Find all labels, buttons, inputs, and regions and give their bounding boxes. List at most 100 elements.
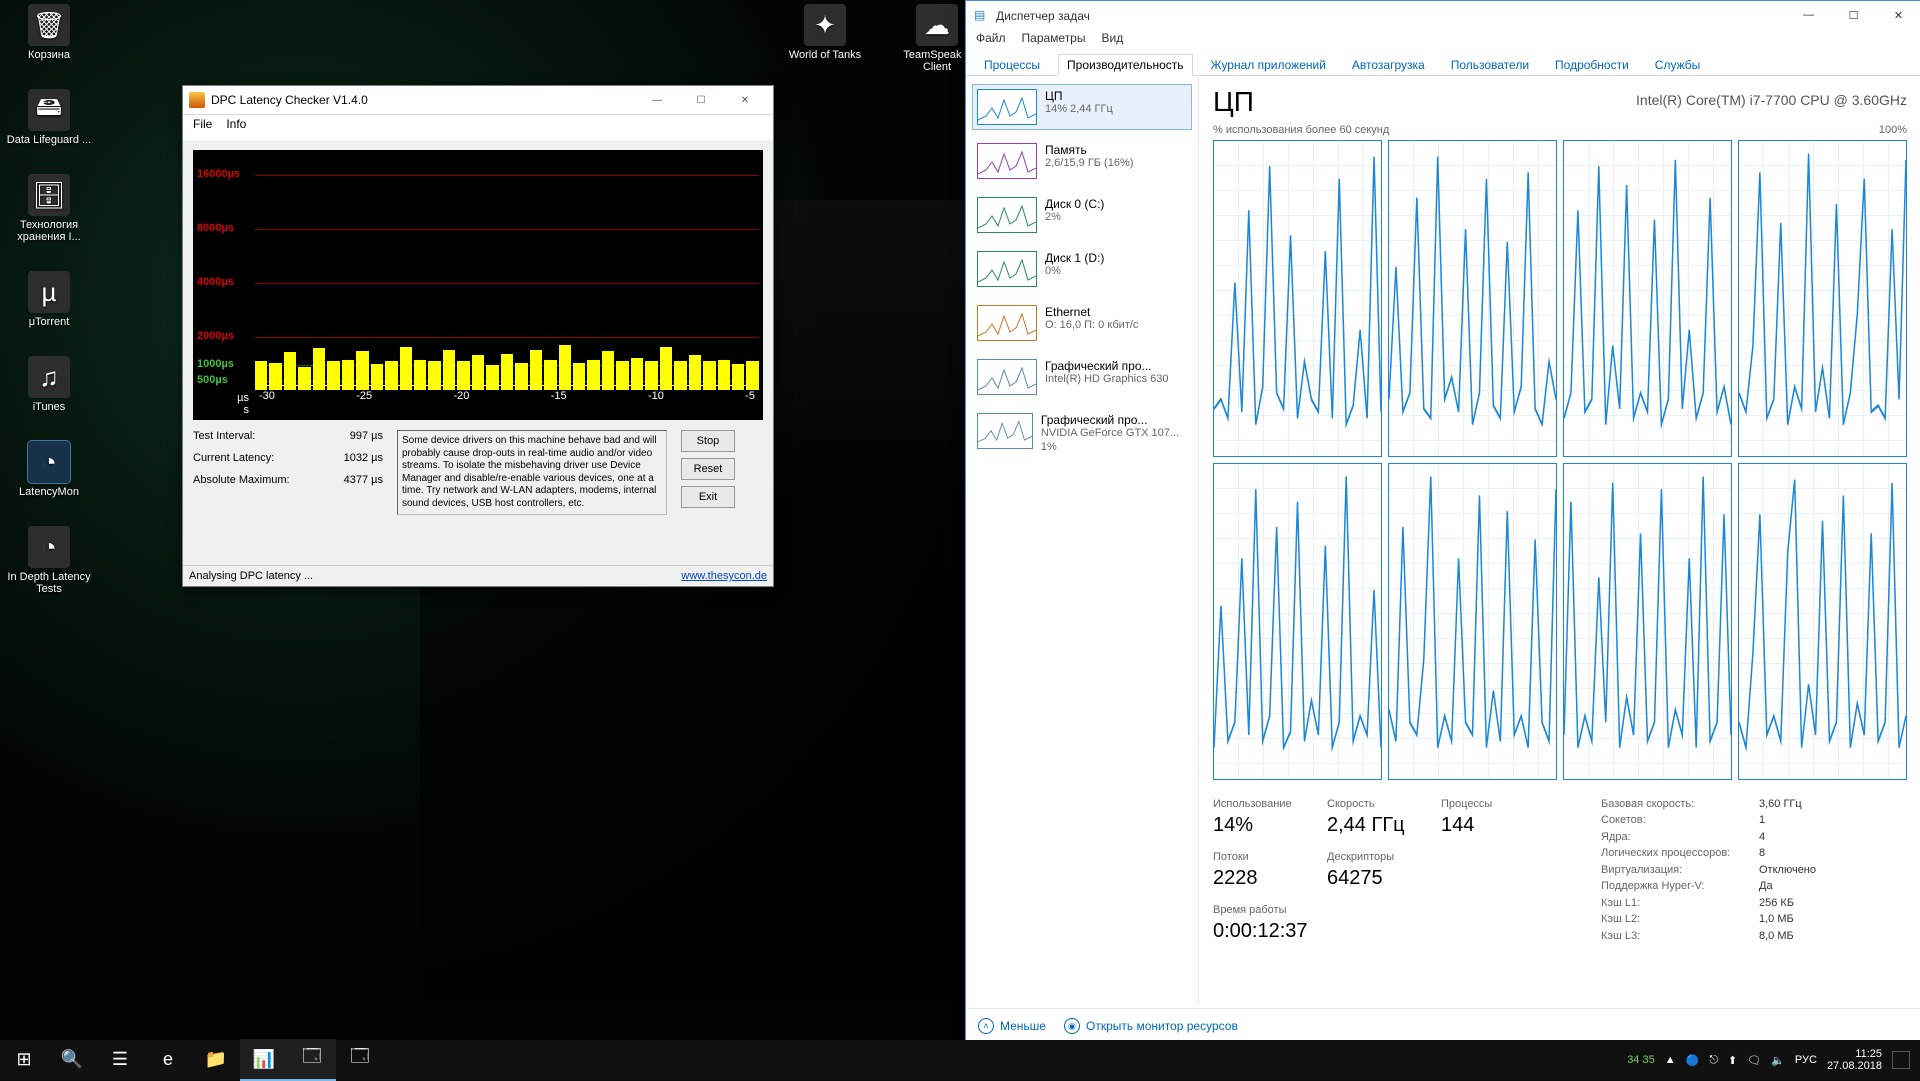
mini-graph <box>977 359 1037 395</box>
core-graph <box>1388 463 1557 780</box>
dpc-current-label: Current Latency: <box>193 452 313 464</box>
desktop-icon[interactable]: ♫iTunes <box>4 356 94 413</box>
dpc-app-icon <box>189 92 205 108</box>
stop-button[interactable]: Stop <box>681 430 735 452</box>
sidebar-tile[interactable]: Диск 0 (C:)2% <box>972 192 1192 238</box>
sidebar-tile[interactable]: EthernetО: 16,0 П: 0 кбит/с <box>972 300 1192 346</box>
tm-app-icon: ▤ <box>974 8 990 24</box>
tm-details: Базовая скорость:3,60 ГГцСокетов:1Ядра:4… <box>1601 798 1839 943</box>
exit-button[interactable]: Exit <box>681 486 735 508</box>
tm-metrics: Использование14% Скорость2,44 ГГц Процессы… <box>1213 798 1561 943</box>
tray-icon[interactable]: РУС <box>1795 1054 1817 1067</box>
tray-icon[interactable]: ⬆ <box>1728 1054 1737 1067</box>
icon-label: Корзина <box>28 49 70 61</box>
menu-item[interactable]: Вид <box>1101 31 1123 51</box>
taskbar-button[interactable]: ⊞ <box>0 1039 48 1079</box>
taskbar-button[interactable]: 📁 <box>192 1039 240 1079</box>
tab[interactable]: Пользователи <box>1443 55 1537 75</box>
dpc-chart: 500µs1000µs2000µs4000µs8000µs16000µs µss… <box>193 150 763 420</box>
icon-label: Технология хранения I... <box>4 219 94 243</box>
app-icon: 🗑 <box>28 4 70 46</box>
tm-footer: ˄Меньше ◉Открыть монитор ресурсов <box>966 1008 1920 1043</box>
metric: Процессы144 <box>1441 798 1561 837</box>
minimize-button[interactable]: — <box>635 89 679 111</box>
menu-item[interactable]: Info <box>226 117 246 139</box>
tm-body: ЦП14% 2,44 ГГц Память2,6/15,9 ГБ (16%) Дис… <box>966 76 1920 1004</box>
desktop-icon[interactable]: ◔LatencyMon <box>4 441 94 498</box>
taskbar-button[interactable]: 🔍 <box>48 1039 96 1079</box>
tm-window-buttons: — ☐ ✕ <box>1786 1 1920 29</box>
taskbar-buttons: ⊞🔍☰e📁📊🗔🗔 <box>0 1039 384 1081</box>
icon-label: Data Lifeguard ... <box>7 134 91 146</box>
dpc-status-text: Analysing DPC latency ... <box>189 570 313 582</box>
core-graph <box>1738 463 1907 780</box>
dpc-window[interactable]: DPC Latency Checker V1.4.0 — ☐ ✕ File Inf… <box>182 85 774 587</box>
taskbar-button[interactable]: ☰ <box>96 1039 144 1079</box>
minimize-button[interactable]: — <box>1786 1 1831 29</box>
desktop-icon[interactable]: 🗄Технология хранения I... <box>4 174 94 243</box>
tray-icon[interactable]: 🔈 <box>1771 1054 1785 1067</box>
tm-menubar: Файл Параметры Вид <box>966 31 1920 51</box>
tab[interactable]: Автозагрузка <box>1344 55 1433 75</box>
tray-icon[interactable]: 🗨 <box>1747 1054 1761 1067</box>
app-icon: ◔ <box>28 526 70 568</box>
maximize-button[interactable]: ☐ <box>1831 1 1876 29</box>
sidebar-tile[interactable]: Графический про...Intel(R) HD Graphics 6… <box>972 354 1192 400</box>
monitor-icon: ◉ <box>1064 1018 1080 1034</box>
task-manager-window[interactable]: ▤ Диспетчер задач — ☐ ✕ Файл Параметры Вид… <box>965 0 1920 1044</box>
dpc-absmax: 4377 µs <box>327 474 383 486</box>
tm-cpu-model: Intel(R) Core(TM) i7-7700 CPU @ 3.60GHz <box>1636 92 1907 108</box>
desktop-icon[interactable]: ✦ World of Tanks <box>780 4 870 73</box>
tab[interactable]: Подробности <box>1547 55 1637 75</box>
sidebar-tile[interactable]: Графический про...NVIDIA GeForce GTX 107… <box>972 408 1192 459</box>
taskbar-button[interactable]: 🗔 <box>336 1039 384 1079</box>
desktop-icon[interactable]: 🗑 Корзина <box>4 4 94 61</box>
desktop-icon[interactable]: µμTorrent <box>4 271 94 328</box>
close-button[interactable]: ✕ <box>723 89 767 111</box>
dpc-statusbar: Analysing DPC latency ... www.thesycon.d… <box>183 565 773 586</box>
app-icon: ✦ <box>804 4 846 46</box>
taskbar-button[interactable]: e <box>144 1039 192 1079</box>
app-icon: 🖴 <box>28 89 70 131</box>
sidebar-tile[interactable]: Диск 1 (D:)0% <box>972 246 1192 292</box>
dpc-link[interactable]: www.thesycon.de <box>681 570 767 582</box>
system-tray[interactable]: 34 35 ▲🔵⎋⬆🗨🔈РУС 11:25 27.08.2018 <box>1617 1048 1920 1072</box>
icon-label: World of Tanks <box>789 49 861 61</box>
menu-item[interactable]: Файл <box>976 31 1006 51</box>
reset-button[interactable]: Reset <box>681 458 735 480</box>
menu-item[interactable]: Параметры <box>1022 31 1086 51</box>
tab[interactable]: Процессы <box>976 55 1048 75</box>
tray-icon[interactable]: ▲ <box>1665 1054 1676 1067</box>
tab[interactable]: Журнал приложений <box>1203 55 1334 75</box>
clock[interactable]: 11:25 27.08.2018 <box>1827 1048 1882 1072</box>
dpc-titlebar[interactable]: DPC Latency Checker V1.4.0 — ☐ ✕ <box>183 86 773 115</box>
desktop-icon[interactable]: 🖴 Data Lifeguard ... <box>4 89 94 146</box>
taskbar-button[interactable]: 📊 <box>240 1039 288 1081</box>
fewer-details-link[interactable]: ˄Меньше <box>978 1018 1046 1034</box>
tab[interactable]: Производительность <box>1058 54 1192 76</box>
dpc-axis-unit: µss <box>221 392 249 416</box>
menu-item[interactable]: File <box>193 117 212 139</box>
maximize-button[interactable]: ☐ <box>679 89 723 111</box>
desktop-icon[interactable]: ◔In Depth Latency Tests <box>4 526 94 595</box>
dpc-xaxis: µss -30-25-20-15-10-5 <box>255 385 759 420</box>
tray-icon[interactable]: 🔵 <box>1686 1054 1700 1067</box>
app-icon: ♫ <box>28 356 70 398</box>
tab[interactable]: Службы <box>1647 55 1708 75</box>
close-button[interactable]: ✕ <box>1876 1 1920 29</box>
taskbar-button[interactable]: 🗔 <box>288 1039 336 1081</box>
metric: Использование14% <box>1213 798 1313 837</box>
metric: Скорость2,44 ГГц <box>1327 798 1427 837</box>
tm-title: Диспетчер задач <box>996 9 1090 23</box>
clock-date: 27.08.2018 <box>1827 1060 1882 1072</box>
taskbar[interactable]: ⊞🔍☰e📁📊🗔🗔 34 35 ▲🔵⎋⬆🗨🔈РУС 11:25 27.08.201… <box>0 1040 1920 1080</box>
core-graph <box>1213 140 1382 457</box>
clock-time: 11:25 <box>1855 1048 1882 1060</box>
notifications-icon[interactable] <box>1892 1051 1910 1069</box>
tm-titlebar[interactable]: ▤ Диспетчер задач <box>966 1 1920 31</box>
tray-icon[interactable]: ⎋ <box>1709 1054 1718 1067</box>
desktop[interactable]: 🗑 Корзина 🖴 Data Lifeguard ... 🗄Технология х… <box>0 0 1920 1080</box>
sidebar-tile[interactable]: ЦП14% 2,44 ГГц <box>972 84 1192 130</box>
sidebar-tile[interactable]: Память2,6/15,9 ГБ (16%) <box>972 138 1192 184</box>
resource-monitor-link[interactable]: ◉Открыть монитор ресурсов <box>1064 1018 1238 1034</box>
